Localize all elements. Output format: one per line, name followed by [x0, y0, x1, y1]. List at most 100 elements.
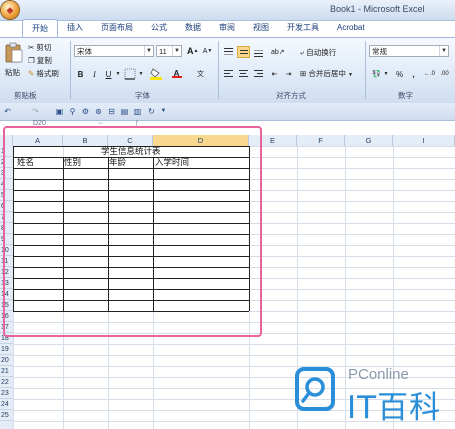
- highlight-frame: [3, 126, 262, 337]
- chevron-down-icon[interactable]: ▼: [382, 67, 390, 80]
- brush-icon: ✎: [28, 69, 35, 78]
- bold-button[interactable]: B: [74, 67, 87, 80]
- quick-access-toolbar: ↶ ↷ ▣ ⚲ ⚙ ⊛ ⊟ ▤ ▥ ↻ ▼: [0, 103, 455, 121]
- row-header[interactable]: 22: [0, 377, 13, 388]
- percent-button[interactable]: %: [393, 67, 406, 80]
- row-header[interactable]: 25: [0, 410, 13, 421]
- font-color-button[interactable]: A: [170, 66, 183, 79]
- align-right-icon[interactable]: [252, 68, 265, 80]
- chevron-down-icon: ▼: [144, 46, 153, 56]
- font-size-value: 11: [159, 47, 167, 56]
- tab-view[interactable]: 视图: [244, 19, 278, 36]
- office-logo-icon: ◆: [6, 5, 14, 15]
- italic-button[interactable]: I: [88, 67, 101, 80]
- percent-icon: %: [395, 70, 404, 79]
- bold-icon: B: [77, 70, 84, 79]
- tab-page-layout[interactable]: 页面布局: [92, 19, 142, 36]
- title-bar: ◆ Book1 - Microsoft Excel: [0, 0, 455, 21]
- align-center-icon[interactable]: [237, 68, 250, 80]
- paste-button[interactable]: 粘贴: [3, 42, 25, 86]
- tab-home[interactable]: 开始: [22, 19, 58, 37]
- redo-icon[interactable]: ↷: [30, 106, 41, 117]
- toolbar-icon[interactable]: ▥: [132, 106, 143, 117]
- phonetic-icon[interactable]: 文: [194, 67, 207, 80]
- chevron-down-icon: ▼: [439, 46, 448, 56]
- number-group-label: 数字: [398, 91, 413, 100]
- cut-label: 剪切: [36, 43, 52, 52]
- align-bottom-icon[interactable]: [252, 46, 265, 58]
- filter-icon[interactable]: ⚲: [67, 106, 78, 117]
- row-header[interactable]: 21: [0, 366, 13, 377]
- number-format-select[interactable]: 常规 ▼: [369, 45, 449, 57]
- ribbon: 粘贴 ✂ 剪切 ❐ 复制 ✎ 格式刷 剪贴板 宋体 ▼ 11 ▼ A▲ A▼ B…: [0, 37, 455, 104]
- alignment-group-label: 对齐方式: [276, 91, 306, 100]
- watermark-name: IT百科: [347, 390, 442, 426]
- wrap-text-icon: ⤶: [300, 48, 305, 57]
- row-header[interactable]: 23: [0, 388, 13, 399]
- border-icon[interactable]: [124, 68, 137, 80]
- decrease-indent-icon[interactable]: ⇤: [268, 67, 281, 80]
- increase-decimal-icon[interactable]: ←.0: [423, 67, 436, 80]
- refresh-icon[interactable]: ↻: [146, 106, 157, 117]
- tab-formulas[interactable]: 公式: [142, 19, 176, 36]
- watermark-brand: PConline: [348, 366, 409, 383]
- column-header-g[interactable]: G: [345, 135, 393, 146]
- clipboard-group-label: 剪贴板: [14, 91, 37, 100]
- format-painter-label: 格式刷: [36, 69, 59, 78]
- tab-review[interactable]: 审阅: [210, 19, 244, 36]
- toolbar-icon[interactable]: ▤: [119, 106, 130, 117]
- font-size-select[interactable]: 11 ▼: [156, 45, 182, 57]
- font-group-label: 字体: [135, 91, 150, 100]
- underline-icon: U: [105, 70, 112, 79]
- print-icon[interactable]: ▣: [54, 106, 65, 117]
- align-left-icon[interactable]: [222, 68, 235, 80]
- increase-indent-icon[interactable]: ⇥: [282, 67, 295, 80]
- comma-button[interactable]: ,: [407, 67, 420, 80]
- tab-insert[interactable]: 插入: [58, 19, 92, 36]
- toolbar-icon[interactable]: ⚙: [80, 106, 91, 117]
- toolbar-icon[interactable]: ⊛: [93, 106, 104, 117]
- orientation-icon[interactable]: ab↗: [270, 45, 285, 58]
- comma-icon: ,: [412, 70, 415, 79]
- decrease-decimal-icon[interactable]: .00: [438, 67, 451, 80]
- pconline-logo-icon: [295, 367, 335, 411]
- shrink-font-button[interactable]: A▼: [201, 44, 214, 57]
- toolbar-icon[interactable]: ⊟: [106, 106, 117, 117]
- office-button[interactable]: ◆: [1, 1, 19, 19]
- chevron-down-icon[interactable]: ▼: [158, 106, 169, 117]
- column-header-f[interactable]: F: [297, 135, 345, 146]
- align-top-icon[interactable]: [222, 46, 235, 58]
- chevron-down-icon[interactable]: ▼: [137, 67, 145, 80]
- window-title: Book1 - Microsoft Excel: [330, 4, 425, 14]
- ribbon-tabs: 开始 插入 页面布局 公式 数据 审阅 视图 开发工具 Acrobat: [22, 19, 374, 37]
- font-name-select[interactable]: 宋体 ▼: [74, 45, 154, 57]
- row-header[interactable]: 20: [0, 355, 13, 366]
- group-separator: [70, 41, 71, 99]
- copy-button[interactable]: ❐ 复制: [28, 54, 52, 67]
- tab-acrobat[interactable]: Acrobat: [328, 19, 374, 36]
- chevron-down-icon[interactable]: ▼: [114, 67, 122, 80]
- column-header-i[interactable]: I: [393, 135, 455, 146]
- undo-icon[interactable]: ↶: [2, 106, 13, 117]
- format-painter-button[interactable]: ✎ 格式刷: [28, 67, 59, 80]
- cut-button[interactable]: ✂ 剪切: [28, 41, 51, 54]
- grow-font-button[interactable]: A▲: [186, 44, 199, 57]
- wrap-text-label: 自动换行: [306, 48, 337, 57]
- chevron-down-icon: ▼: [347, 72, 353, 78]
- paste-icon: [5, 42, 23, 63]
- scissors-icon: ✂: [28, 43, 35, 52]
- group-separator: [218, 41, 219, 99]
- align-middle-icon[interactable]: [237, 46, 250, 58]
- tab-developer[interactable]: 开发工具: [278, 19, 328, 36]
- wrap-text-button[interactable]: ⤶ 自动换行: [300, 46, 336, 59]
- fill-color-icon[interactable]: [150, 67, 163, 80]
- row-header[interactable]: 19: [0, 344, 13, 355]
- group-separator: [365, 41, 366, 99]
- copy-icon: ❐: [28, 56, 35, 65]
- tab-data[interactable]: 数据: [176, 19, 210, 36]
- merge-center-label: 合并后居中: [308, 69, 346, 78]
- merge-icon: ⊞: [300, 69, 307, 78]
- row-header[interactable]: 24: [0, 399, 13, 410]
- chevron-down-icon: ▼: [172, 46, 181, 56]
- merge-center-button[interactable]: ⊞ 合并后居中 ▼: [300, 67, 353, 80]
